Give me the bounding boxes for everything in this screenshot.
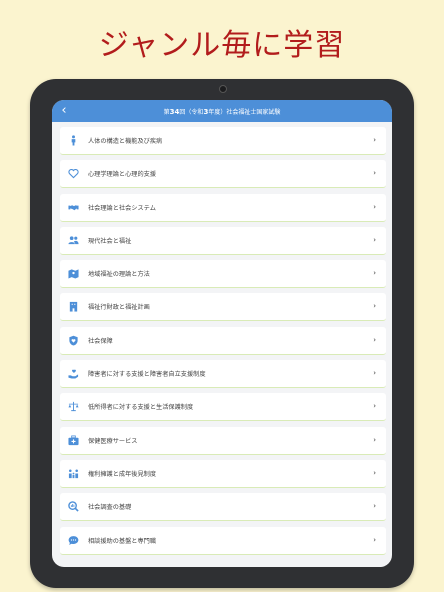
shield-heart-icon xyxy=(66,333,80,347)
search-chart-icon xyxy=(66,500,80,514)
hand-heart-icon xyxy=(66,367,80,381)
genre-row-disability[interactable]: 障害者に対する支援と障害者自立支援制度 › xyxy=(60,360,386,389)
genre-row-survey[interactable]: 社会調査の基礎 › xyxy=(60,493,386,522)
genre-row-counseling[interactable]: 相談援助の基盤と専門職 › xyxy=(60,526,386,555)
genre-label: 社会理論と社会システム xyxy=(88,204,156,212)
genre-row-rights[interactable]: 権利擁護と成年後見制度 › xyxy=(60,459,386,488)
genre-row-low-income[interactable]: 低所得者に対する支援と生活保護制度 › xyxy=(60,393,386,422)
chat-icon xyxy=(66,533,80,547)
genre-row-health-medical[interactable]: 保健医療サービス › xyxy=(60,426,386,455)
genre-row-administration[interactable]: 福祉行財政と福祉計画 › xyxy=(60,293,386,322)
camera-icon xyxy=(219,85,227,93)
genre-row-psychology[interactable]: 心理学理論と心理的支援 › xyxy=(60,160,386,189)
medical-kit-icon xyxy=(66,433,80,447)
nav-title-number: 34 xyxy=(169,107,180,116)
genre-row-social-security[interactable]: 社会保障 › xyxy=(60,326,386,355)
family-icon xyxy=(66,466,80,480)
back-button[interactable]: ‹ xyxy=(56,100,72,122)
genre-label: 保健医療サービス xyxy=(88,437,138,445)
nav-title-mid: 回（令和 xyxy=(179,108,204,116)
genre-label: 障害者に対する支援と障害者自立支援制度 xyxy=(88,371,206,379)
chevron-right-icon: › xyxy=(373,468,376,477)
genre-row-social-theory[interactable]: 社会理論と社会システム › xyxy=(60,193,386,222)
chevron-right-icon: › xyxy=(373,535,376,544)
genre-row-body[interactable]: 人体の構造と機能及び疾病 › xyxy=(60,127,386,155)
genre-label: 現代社会と福祉 xyxy=(88,237,132,245)
genre-list: 人体の構造と機能及び疾病 › 心理学理論と心理的支援 › 社会理論と社会システム… xyxy=(60,127,386,560)
genre-label: 心理学理論と心理的支援 xyxy=(88,171,157,179)
chevron-right-icon: › xyxy=(373,269,376,278)
chevron-right-icon: › xyxy=(373,502,376,511)
chevron-right-icon: › xyxy=(373,235,376,244)
app-screen: ‹ 第34回（令和3年度）社会福祉士国家試験 人体の構造と機能及び疾病 › 心理… xyxy=(52,100,392,567)
chevron-right-icon: › xyxy=(373,302,376,311)
nav-bar: ‹ 第34回（令和3年度）社会福祉士国家試験 xyxy=(52,100,392,122)
tablet-frame: ‹ 第34回（令和3年度）社会福祉士国家試験 人体の構造と機能及び疾病 › 心理… xyxy=(30,79,414,588)
person-icon xyxy=(66,134,80,148)
genre-row-community-welfare[interactable]: 地域福祉の理論と方法 › xyxy=(60,260,386,289)
map-icon xyxy=(66,267,80,281)
genre-label: 相談援助の基盤と専門職 xyxy=(88,537,157,545)
genre-label: 権利擁護と成年後見制度 xyxy=(88,470,157,478)
handshake-icon xyxy=(66,200,80,214)
genre-row-modern-society[interactable]: 現代社会と福祉 › xyxy=(60,226,386,255)
chevron-right-icon: › xyxy=(373,435,376,444)
genre-label: 低所得者に対する支援と生活保護制度 xyxy=(88,404,194,412)
chevron-right-icon: › xyxy=(373,369,376,378)
genre-label: 福祉行財政と福祉計画 xyxy=(88,304,150,312)
chevron-right-icon: › xyxy=(373,169,376,178)
nav-title-suffix: 年度）社会福祉士国家試験 xyxy=(208,108,281,116)
genre-label: 社会調査の基礎 xyxy=(88,504,132,512)
genre-label: 地域福祉の理論と方法 xyxy=(88,271,150,279)
chevron-right-icon: › xyxy=(373,136,376,144)
building-icon xyxy=(66,300,80,314)
nav-title: 第34回（令和3年度）社会福祉士国家試験 xyxy=(164,107,281,116)
genre-label: 社会保障 xyxy=(88,337,113,345)
chevron-right-icon: › xyxy=(373,202,376,211)
headline: ジャンル毎に学習 xyxy=(98,28,346,63)
heart-icon xyxy=(66,167,80,181)
chevron-right-icon: › xyxy=(373,402,376,411)
genre-label: 人体の構造と機能及び疾病 xyxy=(88,138,163,145)
people-icon xyxy=(66,233,80,247)
scale-icon xyxy=(66,400,80,414)
chevron-right-icon: › xyxy=(373,335,376,344)
